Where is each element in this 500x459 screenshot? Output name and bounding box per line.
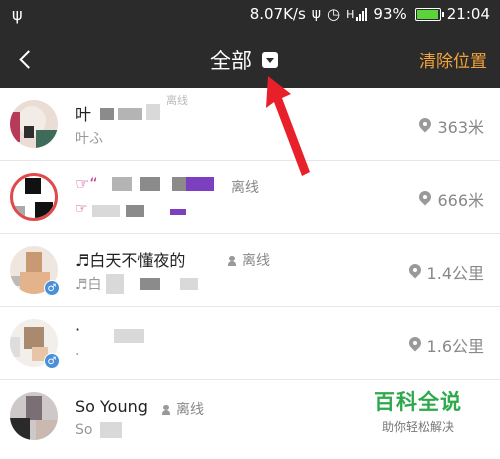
status-right: 8.07K/s ψ ◷ H 93% 21:04 bbox=[250, 5, 490, 23]
signal-icon: H bbox=[346, 7, 368, 21]
back-button[interactable] bbox=[8, 42, 42, 76]
location-pin-icon bbox=[409, 264, 421, 280]
list-item[interactable]: ♂ · · 1.6公里 bbox=[0, 307, 500, 380]
battery-icon bbox=[414, 7, 444, 21]
distance: 1.4公里 bbox=[409, 260, 484, 284]
user-signature: 叶ふ bbox=[75, 131, 103, 147]
user-signature: ♬白 bbox=[75, 277, 102, 293]
distance: 363米 bbox=[419, 114, 484, 138]
distance-value: 363米 bbox=[437, 118, 484, 137]
status-text: 离线 bbox=[231, 180, 259, 196]
clock: 21:04 bbox=[446, 5, 490, 23]
user-name: So Young bbox=[75, 397, 148, 416]
red-arrow-icon bbox=[266, 76, 310, 176]
distance-value: 666米 bbox=[437, 191, 484, 210]
distance: 1.6公里 bbox=[409, 333, 484, 357]
user-name: ☞“ bbox=[75, 174, 98, 193]
watermark-title: 百科全说 bbox=[374, 390, 462, 414]
usb-debug-icon: ψ bbox=[311, 6, 322, 22]
person-icon bbox=[162, 405, 170, 415]
network-speed: 8.07K/s bbox=[249, 5, 306, 23]
avatar[interactable] bbox=[10, 100, 58, 148]
distance-value: 1.6公里 bbox=[426, 337, 484, 356]
user-name: 叶 bbox=[75, 105, 92, 124]
gender-male-icon: ♂ bbox=[44, 353, 60, 369]
page-title: 全部 bbox=[210, 49, 252, 73]
title-bar: 全部 清除位置 bbox=[0, 30, 500, 88]
distance: 666米 bbox=[419, 187, 484, 211]
location-pin-icon bbox=[419, 118, 431, 134]
user-signature: So bbox=[75, 422, 93, 438]
list-item[interactable]: ☞“ 离线 ☞ 666米 bbox=[0, 161, 500, 234]
user-signature: · bbox=[75, 347, 80, 363]
list-item[interactable]: 叶 离线 叶ふ 363米 bbox=[0, 88, 500, 161]
location-pin-icon bbox=[419, 191, 431, 207]
distance-value: 1.4公里 bbox=[426, 264, 484, 283]
clear-location-button[interactable]: 清除位置 bbox=[419, 47, 487, 72]
filter-dropdown[interactable]: 全部 bbox=[210, 45, 278, 75]
watermark-subtitle: 助你轻松解决 bbox=[381, 420, 454, 434]
usb-icon: ψ bbox=[12, 5, 23, 24]
status-text: 离线 bbox=[162, 399, 204, 419]
status-text: 离线 bbox=[228, 250, 270, 270]
battery-percent: 93% bbox=[373, 5, 407, 23]
user-signature: ☞ bbox=[75, 201, 88, 217]
status-text: 离线 bbox=[166, 94, 188, 107]
back-arrow-icon bbox=[18, 49, 38, 69]
signal-type: H bbox=[346, 7, 355, 21]
watermark: 百科全说 助你轻松解决 bbox=[368, 386, 468, 435]
user-name: ♬白天不懂夜的 bbox=[75, 251, 186, 270]
list-item[interactable]: ♂ ♬白天不懂夜的 离线 ♬白 1.4公里 bbox=[0, 234, 500, 307]
status-bar: ψ 8.07K/s ψ ◷ H 93% 21:04 bbox=[0, 0, 500, 30]
alarm-icon: ◷ bbox=[327, 5, 341, 23]
gender-male-icon: ♂ bbox=[44, 280, 60, 296]
avatar[interactable] bbox=[10, 392, 58, 440]
person-icon bbox=[228, 256, 236, 266]
location-pin-icon bbox=[409, 337, 421, 353]
chevron-down-icon[interactable] bbox=[262, 52, 278, 68]
avatar[interactable] bbox=[10, 173, 58, 221]
user-name: · bbox=[75, 320, 81, 339]
